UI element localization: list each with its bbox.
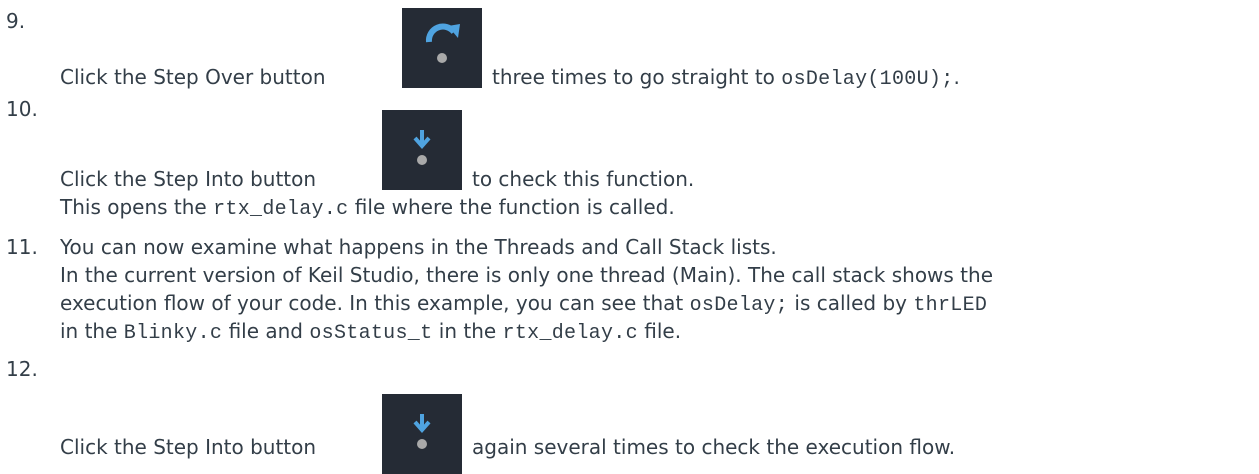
code-thr-led: thrLED: [913, 294, 988, 317]
step-text: Click the Step Into button: [60, 166, 316, 192]
text-segment: in the: [60, 319, 118, 343]
text-segment: file.: [644, 319, 682, 343]
step-text-line: This opens the rtx_delay.c file where th…: [60, 194, 675, 223]
step-text-line: execution flow of your code. In this exa…: [60, 290, 987, 319]
step-text-after: to check this function.: [472, 167, 695, 191]
step-text-after: again several times to check the executi…: [472, 435, 956, 459]
text-segment: file and: [228, 319, 304, 343]
step-text: Click the Step Into button: [60, 434, 316, 460]
step-text-line: In the current version of Keil Studio, t…: [60, 263, 994, 287]
text-segment: execution flow of your code. In this exa…: [60, 291, 684, 315]
step-text-line: in the Blinky.c file and osStatus_t in t…: [60, 318, 681, 347]
step-number: 9.: [6, 9, 26, 33]
step-into-icon: [382, 394, 462, 474]
code-os-status: osStatus_t: [309, 322, 433, 345]
step-text-after: three times to go straight to osDelay(10…: [492, 64, 960, 93]
step-over-icon: [402, 8, 482, 88]
step-into-icon: [382, 110, 462, 190]
code-rtx-delay: rtx_delay.c: [502, 322, 638, 345]
code-rtx-delay: rtx_delay.c: [213, 198, 349, 221]
code-blinky: Blinky.c: [123, 322, 223, 345]
step-text: Click the Step Over button: [60, 64, 326, 90]
document-page: { "steps": [ { "number": "9.", "icon": "…: [0, 0, 1259, 474]
step-text-after-label: three times to go straight to: [492, 65, 775, 89]
step-text-line: You can now examine what happens in the …: [60, 235, 777, 259]
step-number: 11.: [6, 235, 38, 259]
text-segment: is called by: [794, 291, 907, 315]
step-text-before: Click the Step Over button: [60, 65, 326, 89]
code-os-delay-short: osDelay;: [689, 294, 789, 317]
step-text-before: Click the Step Into button: [60, 435, 317, 459]
code-os-delay: osDelay(100U);: [781, 68, 954, 91]
text-segment: in the: [438, 319, 497, 343]
step-text-end: .: [953, 65, 960, 89]
step-number: 10.: [6, 97, 38, 121]
step-number: 12.: [6, 357, 38, 381]
step-text-before: Click the Step Into button: [60, 167, 317, 191]
text-segment: file where the function is called.: [354, 195, 675, 219]
text-segment: This opens the: [60, 195, 207, 219]
